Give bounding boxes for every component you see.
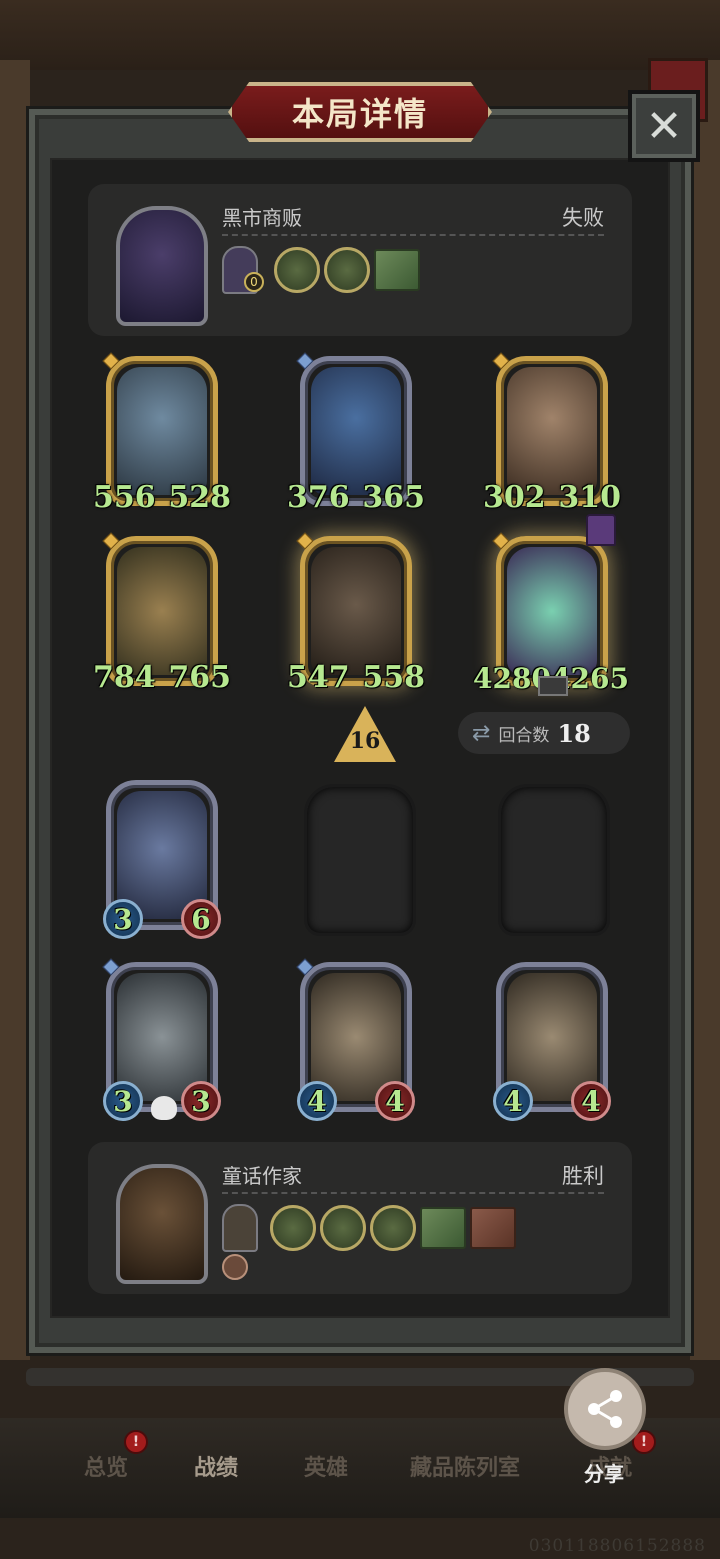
trinket-token-icon[interactable] — [270, 1205, 316, 1251]
hero-power-icon[interactable]: 0 — [222, 246, 264, 294]
trinket-token-icon[interactable] — [370, 1205, 416, 1251]
minion-attack: 302 — [483, 480, 546, 515]
skull-icon — [151, 1096, 177, 1120]
opponent-name: 黑市商贩 — [222, 206, 302, 230]
divider — [222, 234, 604, 236]
my-minion-card[interactable]: 3 6 — [103, 780, 221, 939]
repeat-icon: ⇄ — [472, 720, 491, 746]
background-wood-right — [690, 60, 720, 1360]
minion-art — [507, 547, 597, 675]
minion-attack: 3 — [103, 899, 143, 939]
my-minion-card[interactable]: 3 3 — [102, 958, 221, 1121]
opponent-minion-card[interactable]: 302 310 — [483, 352, 621, 515]
opponent-minion-card[interactable]: 4280 4265 — [473, 532, 629, 695]
player-row: 童话作家 胜利 — [88, 1142, 632, 1294]
minion-attack: 4 — [297, 1081, 337, 1121]
minion-health: 528 — [168, 480, 231, 515]
trinket-token-icon[interactable] — [320, 1205, 366, 1251]
spell-book-icon[interactable] — [470, 1207, 516, 1249]
minion-art — [311, 547, 401, 675]
close-icon: ✕ — [645, 100, 683, 152]
my-minion-card[interactable]: 4 4 — [296, 958, 415, 1121]
minion-attack: 4 — [493, 1081, 533, 1121]
minion-art — [117, 367, 207, 495]
player-result: 胜利 — [562, 1164, 604, 1188]
player-items — [222, 1204, 516, 1252]
opponent-minion-card[interactable]: 547 558 — [287, 532, 425, 695]
player-portrait[interactable] — [116, 1164, 208, 1284]
minion-art — [507, 367, 597, 495]
opponent-items: 0 — [222, 246, 420, 294]
nav-records[interactable]: 战绩 — [194, 1450, 238, 1482]
minion-attack: 784 — [93, 660, 156, 695]
title-plate: 本局详情 — [228, 82, 492, 142]
opponent-row: 黑市商贩 失败 0 — [88, 184, 632, 336]
minion-attack: 547 — [287, 660, 350, 695]
round-value: 18 — [557, 718, 591, 748]
minion-health: 3 — [181, 1081, 221, 1121]
opponent-minion-card[interactable]: 376 365 — [287, 352, 425, 515]
empty-board-slot — [304, 784, 416, 936]
minion-health: 4 — [571, 1081, 611, 1121]
golden-mark-icon — [538, 676, 568, 696]
opponent-result: 失败 — [562, 206, 604, 230]
background-top — [0, 0, 720, 70]
minion-attack: 376 — [287, 480, 350, 515]
spell-book-icon[interactable] — [374, 249, 420, 291]
minion-art — [117, 547, 207, 675]
page-title: 本局详情 — [291, 95, 428, 133]
close-button[interactable]: ✕ — [628, 90, 700, 162]
minion-health: 558 — [362, 660, 425, 695]
opponent-minion-card[interactable]: 556 528 — [93, 352, 231, 515]
round-label: 回合数 — [498, 725, 550, 746]
divider — [222, 1192, 604, 1194]
hero-level-badge: 0 — [244, 272, 264, 292]
alert-badge: ! — [124, 1430, 148, 1454]
my-minion-card[interactable]: 4 4 — [493, 962, 611, 1121]
minion-attack: 3 — [103, 1081, 143, 1121]
nav-overview[interactable]: 总览 — [84, 1450, 128, 1482]
tier-value: 16 — [349, 728, 381, 754]
buff-coin-icon — [222, 1254, 248, 1280]
nav-collection[interactable]: 藏品陈列室 — [410, 1450, 520, 1482]
top-hat-icon — [586, 514, 616, 546]
nav-heroes[interactable]: 英雄 — [304, 1450, 348, 1482]
user-id: 030118806152888 — [528, 1536, 706, 1556]
spell-book-icon[interactable] — [420, 1207, 466, 1249]
opponent-minion-card[interactable]: 784 765 — [93, 532, 231, 695]
share-icon — [588, 1390, 622, 1428]
minion-health: 310 — [558, 480, 621, 515]
empty-board-slot — [498, 784, 610, 936]
minion-health: 365 — [362, 480, 425, 515]
player-name: 童话作家 — [222, 1164, 302, 1188]
share-label: 分享 — [584, 1462, 624, 1486]
minion-attack: 556 — [93, 480, 156, 515]
minion-health: 4 — [375, 1081, 415, 1121]
trinket-token-icon[interactable] — [324, 247, 370, 293]
round-counter: ⇄ 回合数 18 — [458, 712, 630, 754]
minion-health: 6 — [181, 899, 221, 939]
share-button[interactable] — [564, 1368, 646, 1450]
hero-power-icon[interactable] — [222, 1204, 258, 1252]
opponent-portrait[interactable] — [116, 206, 208, 326]
trinket-token-icon[interactable] — [274, 247, 320, 293]
minion-health: 765 — [168, 660, 231, 695]
minion-art — [311, 367, 401, 495]
